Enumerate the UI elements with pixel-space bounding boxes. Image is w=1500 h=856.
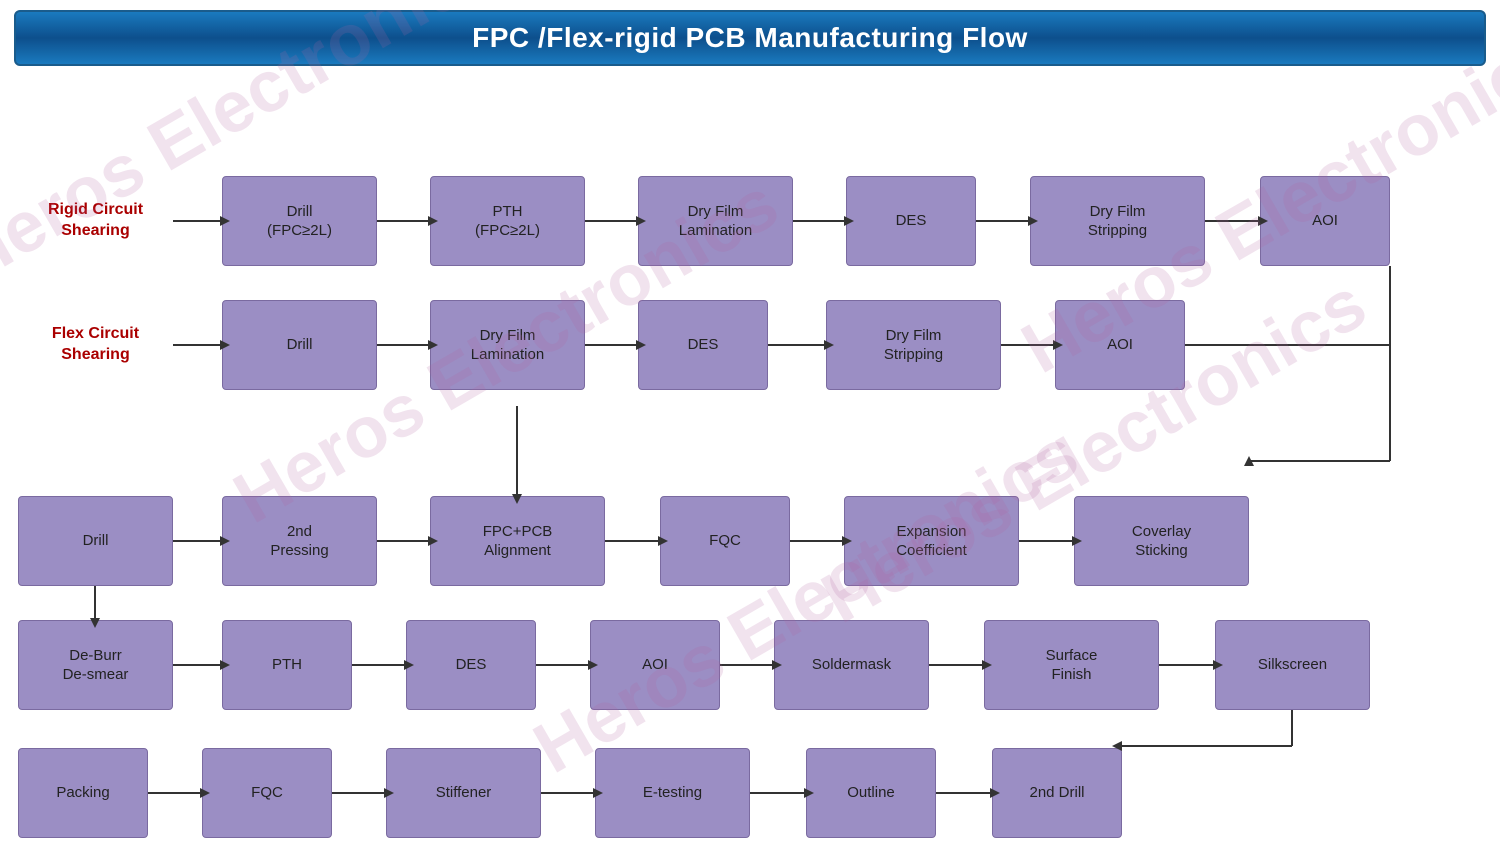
aoi-1-box: AOI — [1260, 176, 1390, 266]
flow-diagram: Rigid Circuit Shearing Drill (FPC≥2L) PT… — [0, 66, 1500, 86]
second-pressing-box: 2nd Pressing — [222, 496, 377, 586]
dry-film-lamination-1-box: Dry Film Lamination — [638, 176, 793, 266]
pth-row4-box: PTH — [222, 620, 352, 710]
e-testing-box: E-testing — [595, 748, 750, 838]
fpc-pcb-alignment-box: FPC+PCB Alignment — [430, 496, 605, 586]
page-header: FPC /Flex-rigid PCB Manufacturing Flow — [14, 10, 1486, 66]
outline-box: Outline — [806, 748, 936, 838]
dry-film-stripping-1-box: Dry Film Stripping — [1030, 176, 1205, 266]
drill-row2-box: Drill — [222, 300, 377, 390]
aoi-2-box: AOI — [1055, 300, 1185, 390]
second-drill-box: 2nd Drill — [992, 748, 1122, 838]
pth-fpc-2l-box: PTH (FPC≥2L) — [430, 176, 585, 266]
soldermask-box: Soldermask — [774, 620, 929, 710]
fqc-1-box: FQC — [660, 496, 790, 586]
fqc-2-box: FQC — [202, 748, 332, 838]
stiffener-box: Stiffener — [386, 748, 541, 838]
drill-row3-box: Drill — [18, 496, 173, 586]
des-2-box: DES — [638, 300, 768, 390]
des-1-box: DES — [846, 176, 976, 266]
packing-box: Packing — [18, 748, 148, 838]
page-title: FPC /Flex-rigid PCB Manufacturing Flow — [16, 22, 1484, 54]
de-burr-de-smear-box: De-Burr De-smear — [18, 620, 173, 710]
silkscreen-box: Silkscreen — [1215, 620, 1370, 710]
surface-finish-box: Surface Finish — [984, 620, 1159, 710]
coverlay-sticking-box: Coverlay Sticking — [1074, 496, 1249, 586]
dry-film-lamination-2-box: Dry Film Lamination — [430, 300, 585, 390]
des-3-box: DES — [406, 620, 536, 710]
drill-fpc-2l-box: Drill (FPC≥2L) — [222, 176, 377, 266]
flex-circuit-shearing-box: Flex Circuit Shearing — [18, 300, 173, 390]
expansion-coefficient-box: Expansion Coefficient — [844, 496, 1019, 586]
aoi-3-box: AOI — [590, 620, 720, 710]
rigid-circuit-shearing-box: Rigid Circuit Shearing — [18, 176, 173, 266]
dry-film-stripping-2-box: Dry Film Stripping — [826, 300, 1001, 390]
